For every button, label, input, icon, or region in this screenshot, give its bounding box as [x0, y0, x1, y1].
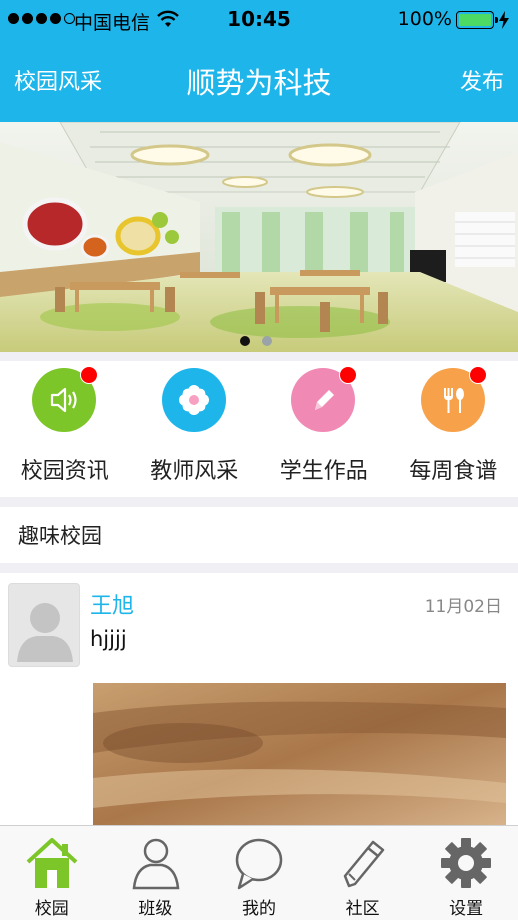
feature-weekly-menu[interactable]: 每周食谱: [389, 361, 518, 497]
person-icon: [132, 838, 179, 890]
notification-badge: [339, 366, 357, 384]
feature-student-works[interactable]: 学生作品: [259, 361, 389, 497]
tab-bar: 校园 班级 我的 社区 设置: [0, 825, 518, 920]
post-date: 11月02日: [424, 597, 502, 617]
divider: [0, 352, 518, 361]
notification-badge: [80, 366, 98, 384]
default-avatar-icon: [17, 603, 73, 662]
tab-community[interactable]: 社区: [311, 826, 415, 920]
charging-icon: [499, 11, 509, 29]
notification-badge: [468, 366, 487, 384]
pencil-icon: [343, 840, 385, 888]
carousel-indicator[interactable]: [240, 336, 272, 346]
feature-teacher-style[interactable]: 教师风采: [130, 361, 260, 497]
tab-label: 班级: [138, 899, 173, 919]
feature-grid: 校园资讯 教师风采 学生作品 每周食谱: [0, 361, 518, 497]
banner-carousel[interactable]: [0, 122, 518, 352]
divider: [0, 563, 518, 573]
tab-mine[interactable]: 我的: [207, 826, 311, 920]
nav-campus-style-button[interactable]: 校园风采: [14, 64, 102, 96]
top-bar: 中国电信 10:45 100% 校园风采 顺势为科技 发布: [0, 0, 518, 122]
post-author[interactable]: 王旭: [90, 588, 134, 620]
feature-label: 每周食谱: [409, 459, 498, 484]
feature-label: 校园资讯: [20, 459, 109, 484]
tab-label: 校园: [34, 899, 69, 919]
tab-label: 社区: [345, 899, 380, 919]
tab-class[interactable]: 班级: [104, 826, 208, 920]
avatar[interactable]: [8, 583, 80, 667]
carousel-dot[interactable]: [262, 336, 272, 346]
flower-icon: [161, 368, 226, 432]
tab-label: 设置: [449, 899, 484, 919]
feature-label: 教师风采: [150, 459, 239, 484]
banner-image: [0, 122, 518, 352]
feature-campus-news[interactable]: 校园资讯: [0, 361, 130, 497]
carousel-dot-active[interactable]: [240, 336, 250, 346]
tab-label: 我的: [241, 899, 276, 919]
tab-settings[interactable]: 设置: [414, 826, 518, 920]
home-icon: [26, 838, 78, 888]
post-photo: [93, 683, 506, 825]
battery-icon: [456, 11, 498, 29]
feature-label: 学生作品: [279, 459, 368, 484]
divider: [0, 497, 518, 507]
status-bar: 中国电信 10:45 100%: [0, 0, 518, 40]
publish-button[interactable]: 发布: [460, 64, 504, 96]
post-content: hjjjj: [90, 627, 127, 651]
chat-bubble-icon: [235, 838, 283, 890]
gear-icon: [441, 838, 492, 888]
battery-percent: 100%: [397, 8, 452, 30]
section-title: 趣味校园: [18, 524, 102, 548]
post-image[interactable]: [93, 683, 506, 825]
tab-campus[interactable]: 校园: [0, 826, 104, 920]
